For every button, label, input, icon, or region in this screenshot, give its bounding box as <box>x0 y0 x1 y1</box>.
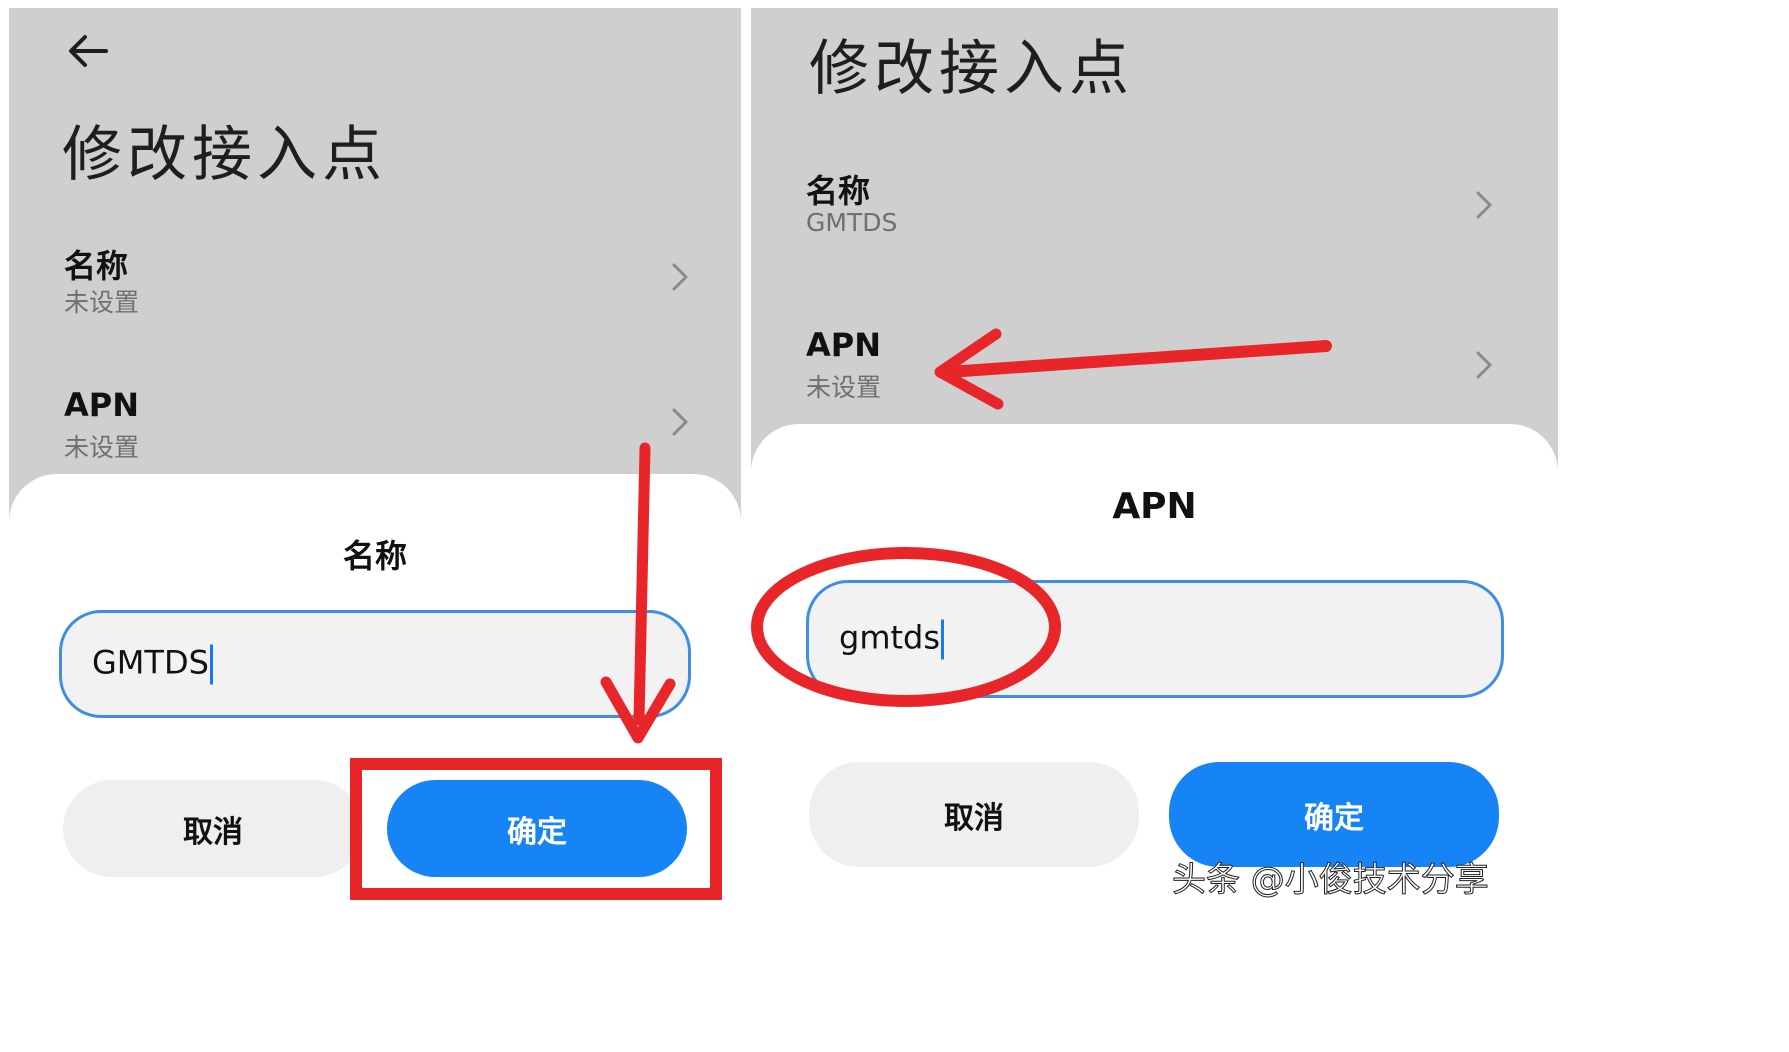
setting-row-name[interactable]: 名称 GMTDS <box>751 166 1558 296</box>
chevron-right-icon <box>672 263 688 291</box>
input-value: gmtds <box>839 618 941 657</box>
row-label: 名称 <box>806 172 871 210</box>
page-title: 修改接入点 <box>809 34 1134 104</box>
dialog-title: APN <box>1112 486 1197 527</box>
cancel-button[interactable]: 取消 <box>809 762 1139 867</box>
chevron-right-icon <box>672 408 688 436</box>
confirm-button[interactable]: 确定 <box>387 780 687 877</box>
name-input[interactable]: GMTDS <box>59 610 691 718</box>
right-phone-screen: 修改接入点 名称 GMTDS APN 未设置 APN gmtds 取消 确定 <box>751 8 1558 903</box>
chevron-right-icon <box>1476 351 1492 379</box>
text-cursor <box>941 619 945 660</box>
row-label: APN <box>64 386 139 424</box>
row-value: GMTDS <box>806 208 898 237</box>
back-arrow-icon[interactable] <box>64 28 114 74</box>
edit-name-dialog: 名称 GMTDS 取消 确定 <box>9 474 741 903</box>
page-title: 修改接入点 <box>62 120 387 190</box>
row-value: 未设置 <box>64 433 140 462</box>
row-label: 名称 <box>64 247 129 285</box>
setting-row-name[interactable]: 名称 未设置 <box>9 241 741 371</box>
apn-input[interactable]: gmtds <box>806 580 1504 698</box>
chevron-right-icon <box>1476 191 1492 219</box>
edit-apn-dialog: APN gmtds 取消 确定 <box>751 424 1558 903</box>
text-cursor <box>209 644 213 685</box>
row-value: 未设置 <box>806 373 882 402</box>
input-value: GMTDS <box>92 643 209 682</box>
watermark-text: 头条 @小俊技术分享 <box>1172 860 1490 901</box>
left-phone-screen: 修改接入点 名称 未设置 APN 未设置 名称 GMTDS 取消 确定 <box>9 8 741 903</box>
cancel-button[interactable]: 取消 <box>63 780 363 877</box>
row-value: 未设置 <box>64 288 140 317</box>
dialog-title: 名称 <box>342 537 407 575</box>
row-label: APN <box>806 326 881 364</box>
